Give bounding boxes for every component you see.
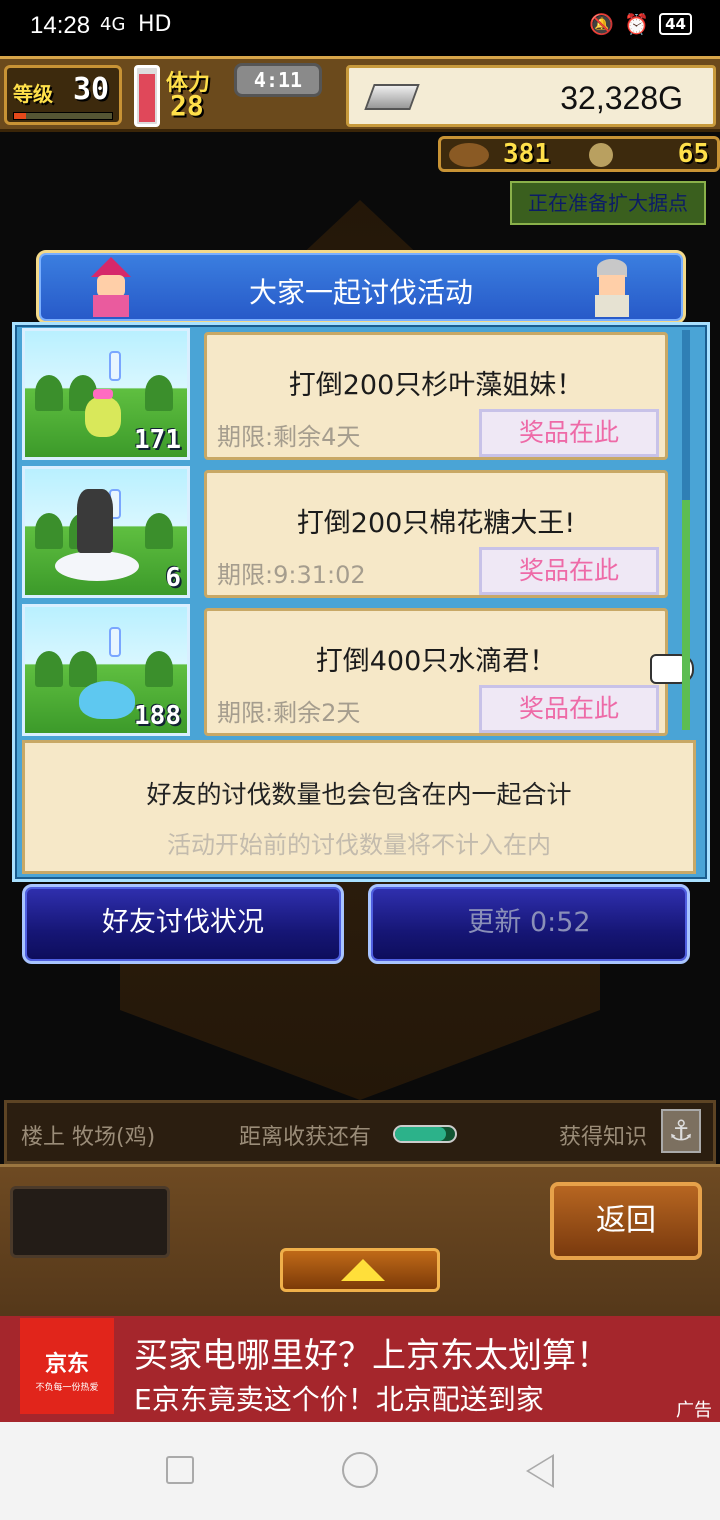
event-row: 171 打倒200只杉叶藻姐妹！ 期限:剩余4天 奖品在此 bbox=[22, 328, 672, 462]
harvest-progress-bar bbox=[393, 1125, 457, 1143]
ad-subline: E京东竟卖这个价！北京配送到家 bbox=[134, 1383, 544, 1416]
event-info-box: 好友的讨伐数量也会包含在内一起合计 活动开始前的讨伐数量将不计入在内 bbox=[22, 740, 696, 874]
event-thumbnail: 171 bbox=[22, 328, 190, 460]
system-nav-bar bbox=[0, 1422, 720, 1520]
event-thumbnail: 6 bbox=[22, 466, 190, 598]
resource-1-value: 381 bbox=[503, 139, 550, 169]
info-friends-count: 好友的讨伐数量也会包含在内一起合计 bbox=[146, 780, 572, 809]
exclamation-icon bbox=[109, 351, 121, 381]
soldier-character-icon bbox=[585, 257, 639, 317]
resource-bar: 381 65 bbox=[438, 136, 720, 172]
up-arrow-icon bbox=[341, 1259, 385, 1281]
event-card: 打倒400只水滴君！ 期限:剩余2天 奖品在此 bbox=[204, 608, 668, 736]
event-title: 打倒200只杉叶藻姐妹！ bbox=[288, 370, 584, 401]
event-deadline: 期限:剩余4天 bbox=[217, 423, 361, 451]
event-card: 打倒200只棉花糖大王! 期限:9:31:02 奖品在此 bbox=[204, 470, 668, 598]
ribbon-icon bbox=[93, 389, 113, 399]
ad-brand: 京东 bbox=[44, 1352, 89, 1377]
defeat-count: 188 bbox=[134, 701, 181, 731]
alarm-icon: ⏰ bbox=[624, 12, 650, 36]
event-title-banner: 大家一起讨伐活动 bbox=[36, 250, 686, 324]
home-button[interactable] bbox=[342, 1452, 378, 1488]
defeat-count: 171 bbox=[134, 425, 181, 455]
event-row: 6 打倒200只棉花糖大王! 期限:9:31:02 奖品在此 bbox=[22, 466, 672, 600]
level-value: 30 bbox=[73, 72, 110, 107]
prize-button[interactable]: 奖品在此 bbox=[479, 685, 659, 733]
level-label: 等级 bbox=[13, 82, 53, 106]
marshmallow-king-monster-icon bbox=[55, 551, 139, 581]
ad-headline: 买家电哪里好？上京东太划算！ bbox=[134, 1336, 610, 1376]
facility-location: 楼上 牧场(鸡) bbox=[21, 1125, 156, 1150]
info-not-counted: 活动开始前的讨伐数量将不计入在内 bbox=[167, 831, 551, 859]
jd-logo[interactable]: 京东 不负每一份热爱 bbox=[20, 1318, 114, 1414]
harvest-label: 距离收获还有 bbox=[239, 1125, 372, 1150]
top-hud: 等级 30 体力 28 4:11 32,328G bbox=[0, 56, 720, 132]
status-icons: 🔕 ⏰ 44 bbox=[589, 12, 692, 36]
empty-slot[interactable] bbox=[10, 1186, 170, 1258]
exclamation-icon bbox=[109, 627, 121, 657]
ad-tag: 广告 bbox=[676, 1400, 712, 1421]
facility-strip[interactable]: 楼上 牧场(鸡) 距离收获还有 获得知识 ⚓ bbox=[4, 1100, 716, 1164]
silver-ingot-icon bbox=[364, 84, 420, 110]
level-box: 等级 30 bbox=[4, 65, 122, 125]
expansion-notice: 正在准备扩大据点 bbox=[510, 181, 706, 225]
recents-button[interactable] bbox=[166, 1456, 194, 1484]
stamina-timer: 4:11 bbox=[234, 63, 322, 97]
water-drop-monster-icon bbox=[79, 681, 135, 719]
wifi-hd-label: HD bbox=[138, 12, 172, 37]
event-thumbnail: 188 bbox=[22, 604, 190, 736]
prize-button[interactable]: 奖品在此 bbox=[479, 547, 659, 595]
event-deadline: 期限:剩余2天 bbox=[217, 699, 361, 727]
friend-status-button[interactable]: 好友讨伐状况 bbox=[22, 884, 344, 964]
clock: 14:28 bbox=[30, 12, 91, 39]
exp-bar bbox=[13, 112, 113, 120]
stamina-gauge bbox=[134, 65, 160, 127]
status-bar: 14:28 4G HD 🔕 ⏰ 44 bbox=[0, 0, 720, 56]
event-title: 打倒400只水滴君！ bbox=[315, 646, 557, 677]
anchor-icon: ⚓ bbox=[661, 1109, 701, 1153]
armored-knight-icon bbox=[77, 489, 113, 553]
mute-icon: 🔕 bbox=[589, 12, 615, 36]
back-button[interactable]: 返回 bbox=[550, 1182, 702, 1260]
gold-panel: 32,328G bbox=[346, 65, 716, 127]
seaweed-sister-monster-icon bbox=[85, 397, 121, 437]
battery-indicator: 44 bbox=[659, 13, 692, 35]
event-title: 打倒200只棉花糖大王! bbox=[296, 508, 576, 539]
wood-icon bbox=[449, 143, 489, 167]
event-card: 打倒200只杉叶藻姐妹！ 期限:剩余4天 奖品在此 bbox=[204, 332, 668, 460]
resource-2-value: 65 bbox=[677, 139, 709, 169]
stamina-value: 28 bbox=[170, 89, 204, 122]
cell-signal-icon: 4G bbox=[100, 14, 126, 35]
scrollbar-thumb[interactable] bbox=[682, 500, 690, 730]
ore-icon bbox=[589, 143, 613, 167]
expand-menu-button[interactable] bbox=[280, 1248, 440, 1292]
gold-amount: 32,328G bbox=[560, 80, 683, 116]
prize-button[interactable]: 奖品在此 bbox=[479, 409, 659, 457]
update-button[interactable]: 更新 0:52 bbox=[368, 884, 690, 964]
event-row: 188 打倒400只水滴君！ 期限:剩余2天 奖品在此 bbox=[22, 604, 672, 738]
ad-slogan: 不负每一份热爱 bbox=[35, 1383, 99, 1393]
back-nav-button[interactable] bbox=[526, 1454, 554, 1488]
knowledge-label: 获得知识 bbox=[558, 1125, 647, 1150]
event-deadline: 期限:9:31:02 bbox=[217, 561, 366, 589]
defeat-count: 6 bbox=[165, 563, 181, 593]
